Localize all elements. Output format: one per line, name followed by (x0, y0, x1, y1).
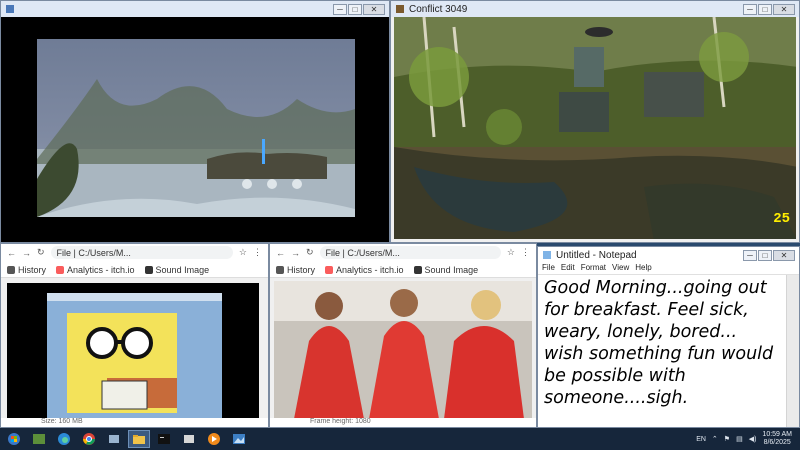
reload-icon[interactable]: ↻ (37, 247, 45, 258)
terminal-icon[interactable] (153, 430, 175, 448)
notepad-titlebar[interactable]: Untitled - Notepad ─ □ ✕ (538, 247, 799, 263)
menu-format[interactable]: Format (581, 263, 606, 274)
menu-help[interactable]: Help (635, 263, 651, 274)
game-window[interactable]: Conflict 3049 ─ □ ✕ 25 (390, 0, 800, 243)
maximize-button[interactable]: □ (758, 249, 772, 261)
game-launcher-icon[interactable] (28, 430, 50, 448)
notepad-icon (543, 251, 551, 259)
browser-toolbar: ← → ↻ File | C:/Users/M... ☆ ⋮ History A… (1, 244, 268, 278)
bookmark-analytics[interactable]: Analytics - itch.io (325, 265, 404, 275)
address-bar[interactable]: File | C:/Users/M... (319, 246, 501, 259)
address-text: File | C:/Users/M... (325, 247, 400, 258)
window-title: Untitled - Notepad (556, 249, 637, 261)
taskbar: EN ⌃ ⚑ ▤ ◀) 10:59 AM 8/6/2025 (0, 428, 800, 450)
status-bar: Frame height: 1080 (270, 418, 536, 427)
minimize-button[interactable]: ─ (743, 249, 757, 261)
status-bar: Size: 160 MB (1, 418, 268, 427)
back-icon[interactable]: ← (276, 248, 285, 258)
maximize-button[interactable]: □ (758, 3, 772, 15)
browser-toolbar: ← → ↻ File | C:/Users/M... ☆ ⋮ History A… (270, 244, 536, 278)
address-bar[interactable]: File | C:/Users/M... (50, 246, 233, 259)
forward-icon[interactable]: → (291, 248, 300, 258)
video-player-window[interactable]: ─ □ ✕ (0, 0, 390, 243)
video-frame (37, 39, 355, 217)
star-icon[interactable]: ☆ (239, 247, 247, 258)
browser-window-left[interactable]: ← → ↻ File | C:/Users/M... ☆ ⋮ History A… (0, 243, 269, 428)
window-icon[interactable] (103, 430, 125, 448)
game-titlebar[interactable]: Conflict 3049 ─ □ ✕ (391, 1, 799, 17)
photos-icon[interactable] (228, 430, 250, 448)
page-content[interactable] (274, 281, 532, 419)
menu-edit[interactable]: Edit (561, 263, 575, 274)
bookmarks-bar: History Analytics - itch.io Sound Image (1, 261, 268, 278)
media-icon[interactable] (203, 430, 225, 448)
menu-icon[interactable]: ⋮ (521, 247, 530, 258)
flag-icon[interactable]: ⚑ (724, 435, 730, 443)
bookmark-history[interactable]: History (7, 265, 46, 275)
window-title: Conflict 3049 (409, 3, 468, 15)
browser-window-right[interactable]: ← → ↻ File | C:/Users/M... ☆ ⋮ History A… (269, 243, 537, 428)
folder-icon[interactable] (128, 430, 150, 448)
chevron-up-icon[interactable]: ⌃ (712, 435, 718, 443)
game-viewport[interactable]: 25 (394, 17, 796, 239)
clock[interactable]: 10:59 AM 8/6/2025 (762, 431, 792, 447)
bookmarks-bar: History Analytics - itch.io Sound Image (270, 261, 536, 278)
bookmark-history[interactable]: History (276, 265, 315, 275)
network-icon[interactable]: ▤ (736, 435, 743, 443)
meme-image (7, 283, 259, 419)
menu-view[interactable]: View (612, 263, 629, 274)
minimize-button[interactable]: ─ (333, 3, 347, 15)
address-text: File | C:/Users/M... (56, 247, 131, 258)
chrome-icon[interactable] (78, 430, 100, 448)
video-player-titlebar[interactable]: ─ □ ✕ (1, 1, 389, 17)
close-button[interactable]: ✕ (773, 249, 795, 261)
notepad-textarea[interactable]: Good Morning...going out for breakfast. … (538, 275, 787, 427)
system-tray: EN ⌃ ⚑ ▤ ◀) 10:59 AM 8/6/2025 (696, 428, 792, 450)
fps-counter: 25 (773, 211, 790, 227)
menu-bar: File Edit Format View Help (538, 263, 799, 275)
photo-image (274, 281, 532, 419)
language-indicator[interactable]: EN (696, 436, 706, 443)
game-scene (394, 17, 796, 239)
notepad-window[interactable]: Untitled - Notepad ─ □ ✕ File Edit Forma… (537, 246, 800, 428)
video-canvas[interactable] (1, 17, 389, 242)
bookmark-sound-image[interactable]: Sound Image (144, 265, 209, 275)
app-icon (6, 5, 14, 13)
vertical-scrollbar[interactable] (786, 275, 799, 427)
bookmark-analytics[interactable]: Analytics - itch.io (56, 265, 135, 275)
close-button[interactable]: ✕ (363, 3, 385, 15)
star-icon[interactable]: ☆ (507, 247, 515, 258)
close-button[interactable]: ✕ (773, 3, 795, 15)
clock-date: 8/6/2025 (763, 439, 791, 446)
minimize-button[interactable]: ─ (743, 3, 757, 15)
edge-icon[interactable] (53, 430, 75, 448)
start-icon[interactable] (3, 430, 25, 448)
menu-icon[interactable]: ⋮ (253, 247, 262, 258)
page-content[interactable] (7, 283, 259, 419)
back-icon[interactable]: ← (7, 248, 16, 258)
clock-time: 10:59 AM (762, 431, 792, 438)
bookmark-sound-image[interactable]: Sound Image (413, 265, 478, 275)
window-icon[interactable] (178, 430, 200, 448)
volume-icon[interactable]: ◀) (749, 435, 757, 443)
game-icon (396, 5, 404, 13)
forward-icon[interactable]: → (22, 248, 31, 258)
maximize-button[interactable]: □ (348, 3, 362, 15)
menu-file[interactable]: File (542, 263, 555, 274)
reload-icon[interactable]: ↻ (306, 247, 314, 258)
